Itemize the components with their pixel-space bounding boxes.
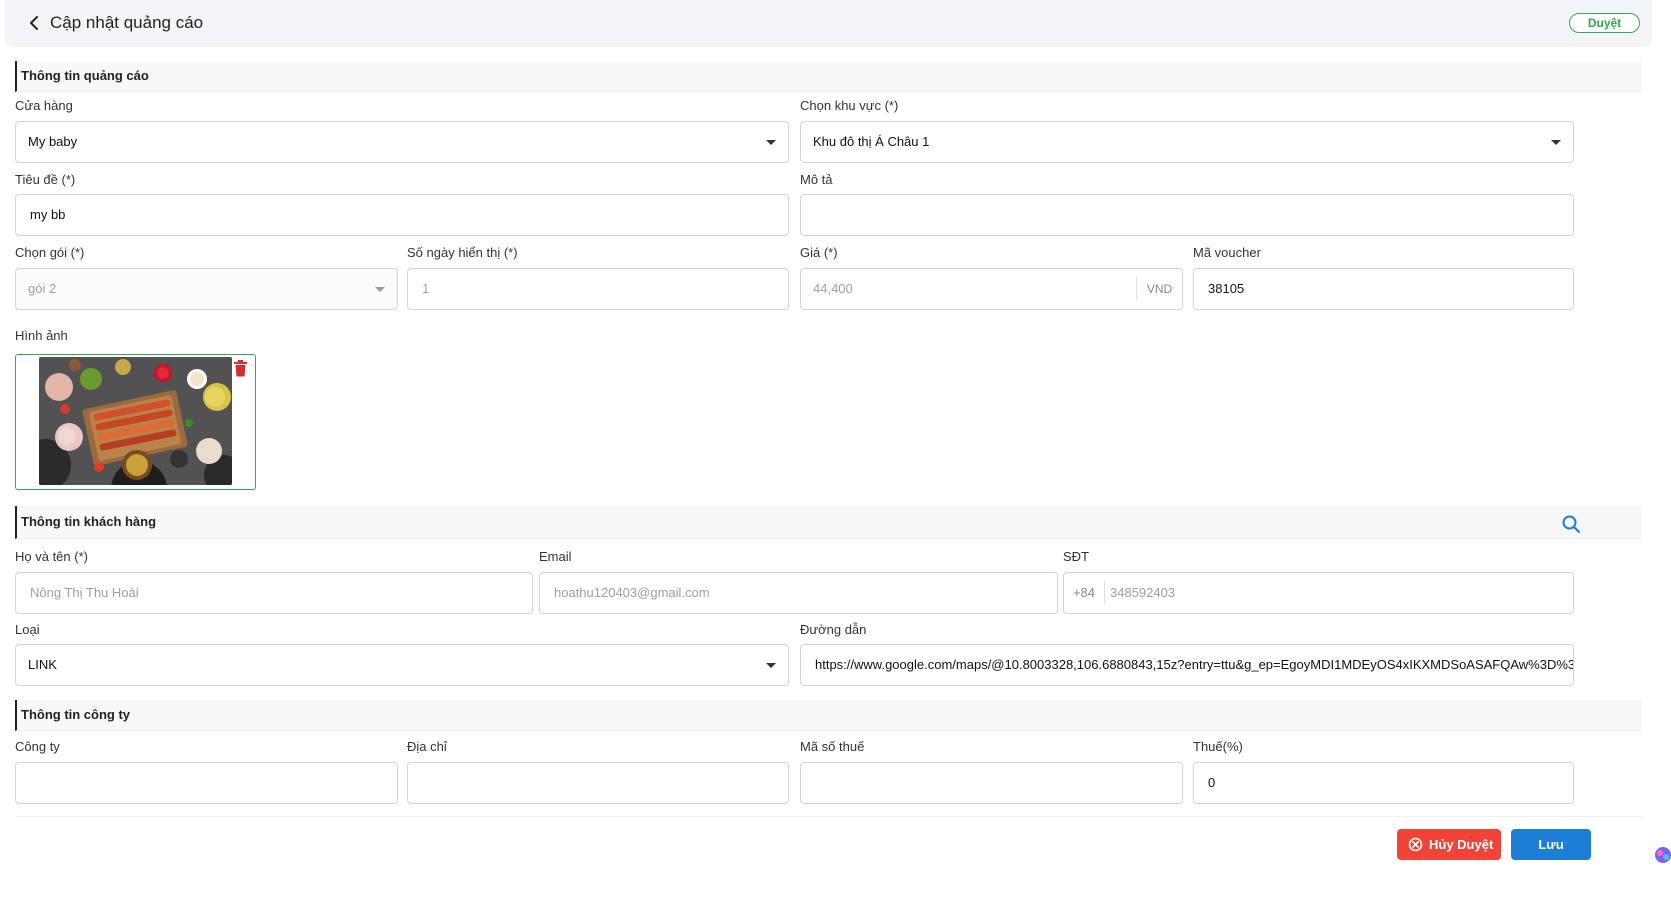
email-label: Email bbox=[539, 549, 572, 564]
footer-divider bbox=[15, 816, 1642, 817]
package-label: Chọn gói (*) bbox=[15, 245, 85, 260]
cancel-approval-label: Hủy Duyệt bbox=[1429, 837, 1494, 852]
link-input[interactable]: https://www.google.com/maps/@10.8003328,… bbox=[800, 644, 1574, 686]
email-input[interactable]: hoathu120403@gmail.com bbox=[539, 572, 1058, 614]
ad-image bbox=[39, 357, 232, 485]
tax-code-input[interactable] bbox=[800, 762, 1183, 804]
price-value: 44,400 bbox=[813, 281, 853, 296]
section-ad-info: Thông tin quảng cáo bbox=[15, 61, 1642, 92]
search-icon[interactable] bbox=[1561, 514, 1581, 534]
days-label: Số ngày hiển thị (*) bbox=[407, 245, 518, 260]
type-select-value: LINK bbox=[28, 657, 57, 672]
section-title-customer-info: Thông tin khách hàng bbox=[21, 514, 157, 529]
cancel-approval-button[interactable]: Hủy Duyệt bbox=[1397, 829, 1501, 860]
store-select-value: My baby bbox=[28, 134, 78, 149]
save-button[interactable]: Lưu bbox=[1511, 829, 1591, 860]
area-label: Chọn khu vực (*) bbox=[800, 98, 899, 113]
page-title: Cập nhật quảng cáo bbox=[50, 13, 204, 32]
price-input[interactable]: 44,400 VND bbox=[800, 268, 1183, 310]
price-label: Giá (*) bbox=[800, 245, 838, 260]
currency-unit: VND bbox=[1136, 277, 1182, 301]
section-title-ad-info: Thông tin quảng cáo bbox=[21, 68, 149, 83]
chevron-left-icon[interactable] bbox=[24, 11, 44, 35]
description-label: Mô tả bbox=[800, 172, 833, 187]
package-select[interactable]: gói 2 bbox=[15, 268, 398, 310]
chevron-down-icon bbox=[1551, 140, 1561, 145]
phone-prefix: +84 bbox=[1064, 581, 1105, 605]
tax-percent-input[interactable]: 0 bbox=[1193, 762, 1574, 804]
company-input[interactable] bbox=[15, 762, 398, 804]
image-label: Hình ảnh bbox=[15, 328, 68, 343]
tax-percent-label: Thuế(%) bbox=[1193, 739, 1243, 754]
package-select-value: gói 2 bbox=[28, 281, 57, 296]
assistant-widget-icon[interactable] bbox=[1654, 846, 1671, 863]
title-input[interactable]: my bb bbox=[15, 194, 789, 236]
store-label: Cửa hàng bbox=[15, 98, 73, 113]
voucher-input[interactable]: 38105 bbox=[1193, 268, 1574, 310]
customer-name-label: Họ và tên (*) bbox=[15, 549, 88, 564]
type-label: Loại bbox=[15, 622, 40, 637]
area-select-value: Khu đô thị Á Châu 1 bbox=[813, 134, 930, 149]
page-header bbox=[5, 0, 1652, 47]
section-title-company-info: Thông tin công ty bbox=[21, 707, 131, 722]
link-label: Đường dẫn bbox=[800, 622, 867, 637]
voucher-label: Mã voucher bbox=[1193, 245, 1261, 260]
phone-value: 348592403 bbox=[1110, 585, 1176, 600]
cancel-circle-icon bbox=[1408, 837, 1423, 852]
address-label: Địa chỉ bbox=[407, 739, 447, 754]
section-company-info: Thông tin công ty bbox=[15, 700, 1642, 731]
company-label: Công ty bbox=[15, 739, 60, 754]
title-label: Tiêu đề (*) bbox=[15, 172, 76, 187]
status-badge: Duyệt bbox=[1569, 13, 1640, 33]
section-customer-info: Thông tin khách hàng bbox=[15, 506, 1642, 539]
phone-label: SĐT bbox=[1063, 549, 1089, 564]
trash-icon[interactable] bbox=[233, 360, 248, 377]
customer-name-input[interactable]: Nông Thị Thu Hoài bbox=[15, 572, 533, 614]
days-input[interactable]: 1 bbox=[407, 268, 789, 310]
store-select[interactable]: My baby bbox=[15, 121, 789, 163]
area-select[interactable]: Khu đô thị Á Châu 1 bbox=[800, 121, 1574, 163]
description-input[interactable] bbox=[800, 194, 1574, 236]
type-select[interactable]: LINK bbox=[15, 644, 789, 686]
phone-input[interactable]: +84 348592403 bbox=[1063, 572, 1574, 614]
chevron-down-icon bbox=[375, 287, 385, 292]
address-input[interactable] bbox=[407, 762, 789, 804]
chevron-down-icon bbox=[766, 140, 776, 145]
chevron-down-icon bbox=[766, 663, 776, 668]
tax-code-label: Mã số thuế bbox=[800, 739, 865, 754]
